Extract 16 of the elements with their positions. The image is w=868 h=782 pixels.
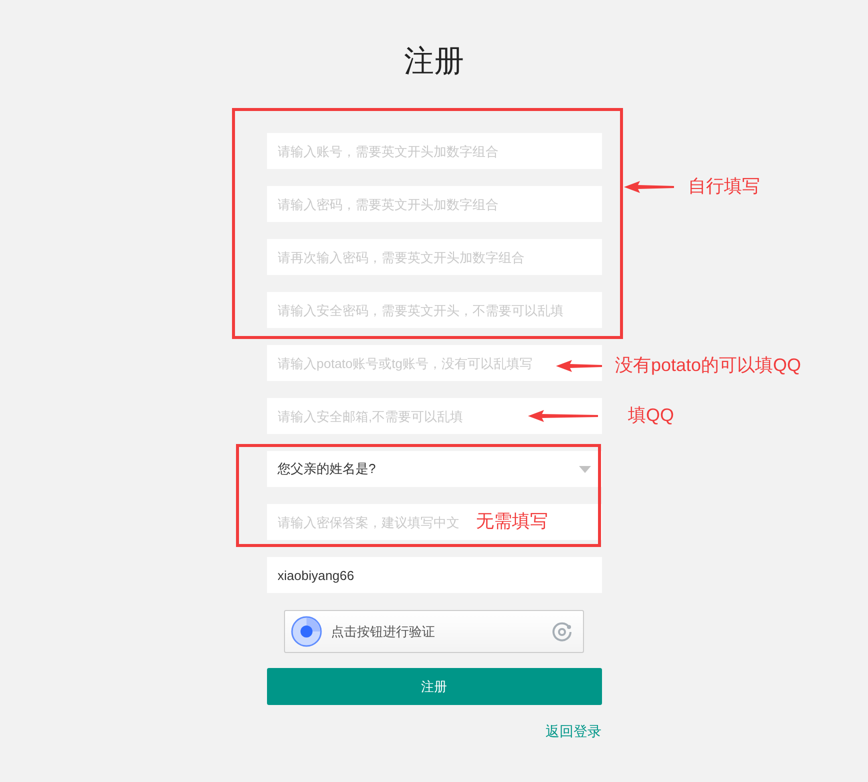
- caret-icon: [578, 466, 590, 472]
- question-select[interactable]: 您父亲的姓名是?: [266, 451, 602, 487]
- arrow-icon: [556, 360, 602, 372]
- refresh-icon: [551, 620, 573, 642]
- captcha-label: 点击按钮进行验证: [331, 622, 436, 641]
- page-title: 注册: [404, 44, 464, 80]
- register-button[interactable]: 注册: [266, 668, 602, 705]
- annotation-text: 自行填写: [688, 175, 760, 198]
- captcha-button[interactable]: 点击按钮进行验证: [284, 610, 584, 653]
- annotation-text: 填QQ: [628, 404, 674, 427]
- arrow-icon: [624, 181, 674, 193]
- annotation-text: 无需填写: [476, 510, 548, 533]
- arrow-icon: [528, 410, 598, 422]
- annotation-text: 没有potato的可以填QQ: [615, 354, 802, 377]
- input-field[interactable]: xiaobiyang66: [266, 557, 602, 593]
- captcha-icon: [291, 616, 322, 647]
